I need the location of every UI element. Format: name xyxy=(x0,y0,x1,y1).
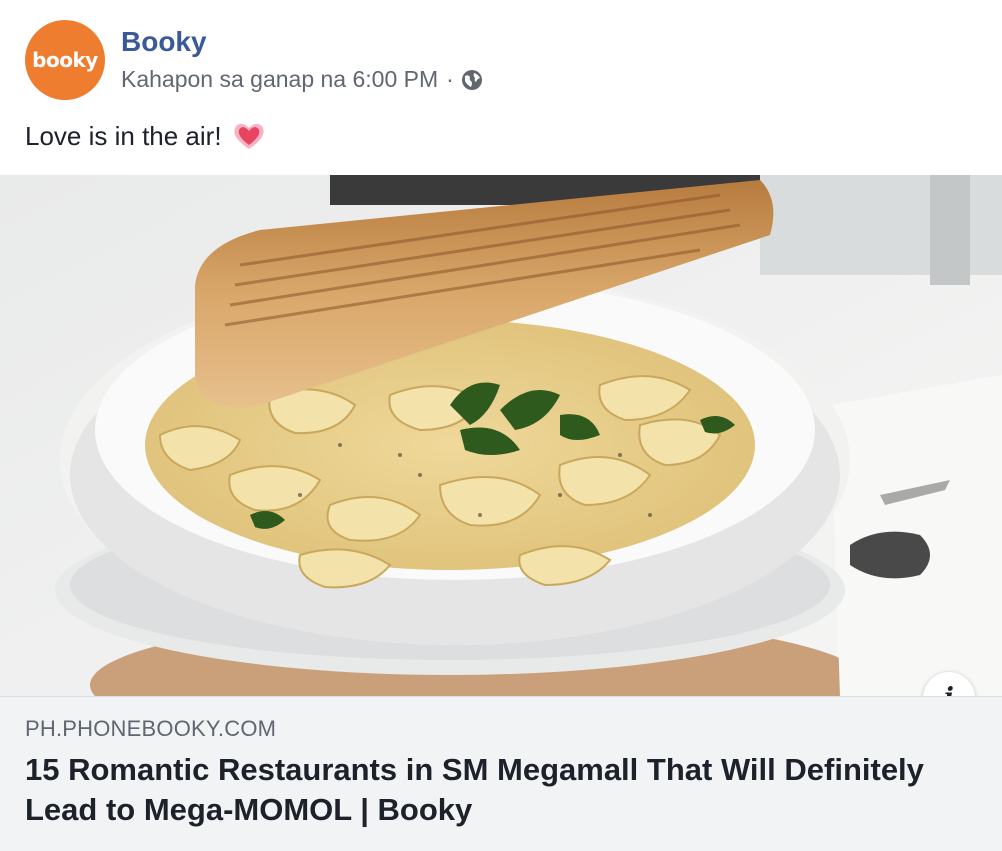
post-message-text: Love is in the air! xyxy=(25,120,222,151)
heart-icon xyxy=(233,123,264,149)
globe-icon[interactable] xyxy=(460,68,484,92)
post-header: booky Booky Kahapon sa ganap na 6:00 PM … xyxy=(0,0,1002,175)
page-name-link[interactable]: Booky xyxy=(121,26,207,58)
facebook-post: booky Booky Kahapon sa ganap na 6:00 PM … xyxy=(0,0,1002,851)
page-avatar[interactable]: booky xyxy=(25,20,105,100)
avatar-logo-text: booky xyxy=(32,48,98,72)
meta-separator: · xyxy=(446,66,454,92)
post-meta: Kahapon sa ganap na 6:00 PM · xyxy=(121,66,484,93)
link-preview-caption[interactable]: PH.PHONEBOOKY.COM 15 Romantic Restaurant… xyxy=(0,696,1002,851)
post-timestamp[interactable]: Kahapon sa ganap na 6:00 PM xyxy=(121,66,438,93)
link-title[interactable]: 15 Romantic Restaurants in SM Megamall T… xyxy=(25,750,975,830)
post-message: Love is in the air! xyxy=(25,120,266,152)
link-domain[interactable]: PH.PHONEBOOKY.COM xyxy=(25,716,276,742)
link-preview-photo[interactable] xyxy=(0,175,1002,696)
